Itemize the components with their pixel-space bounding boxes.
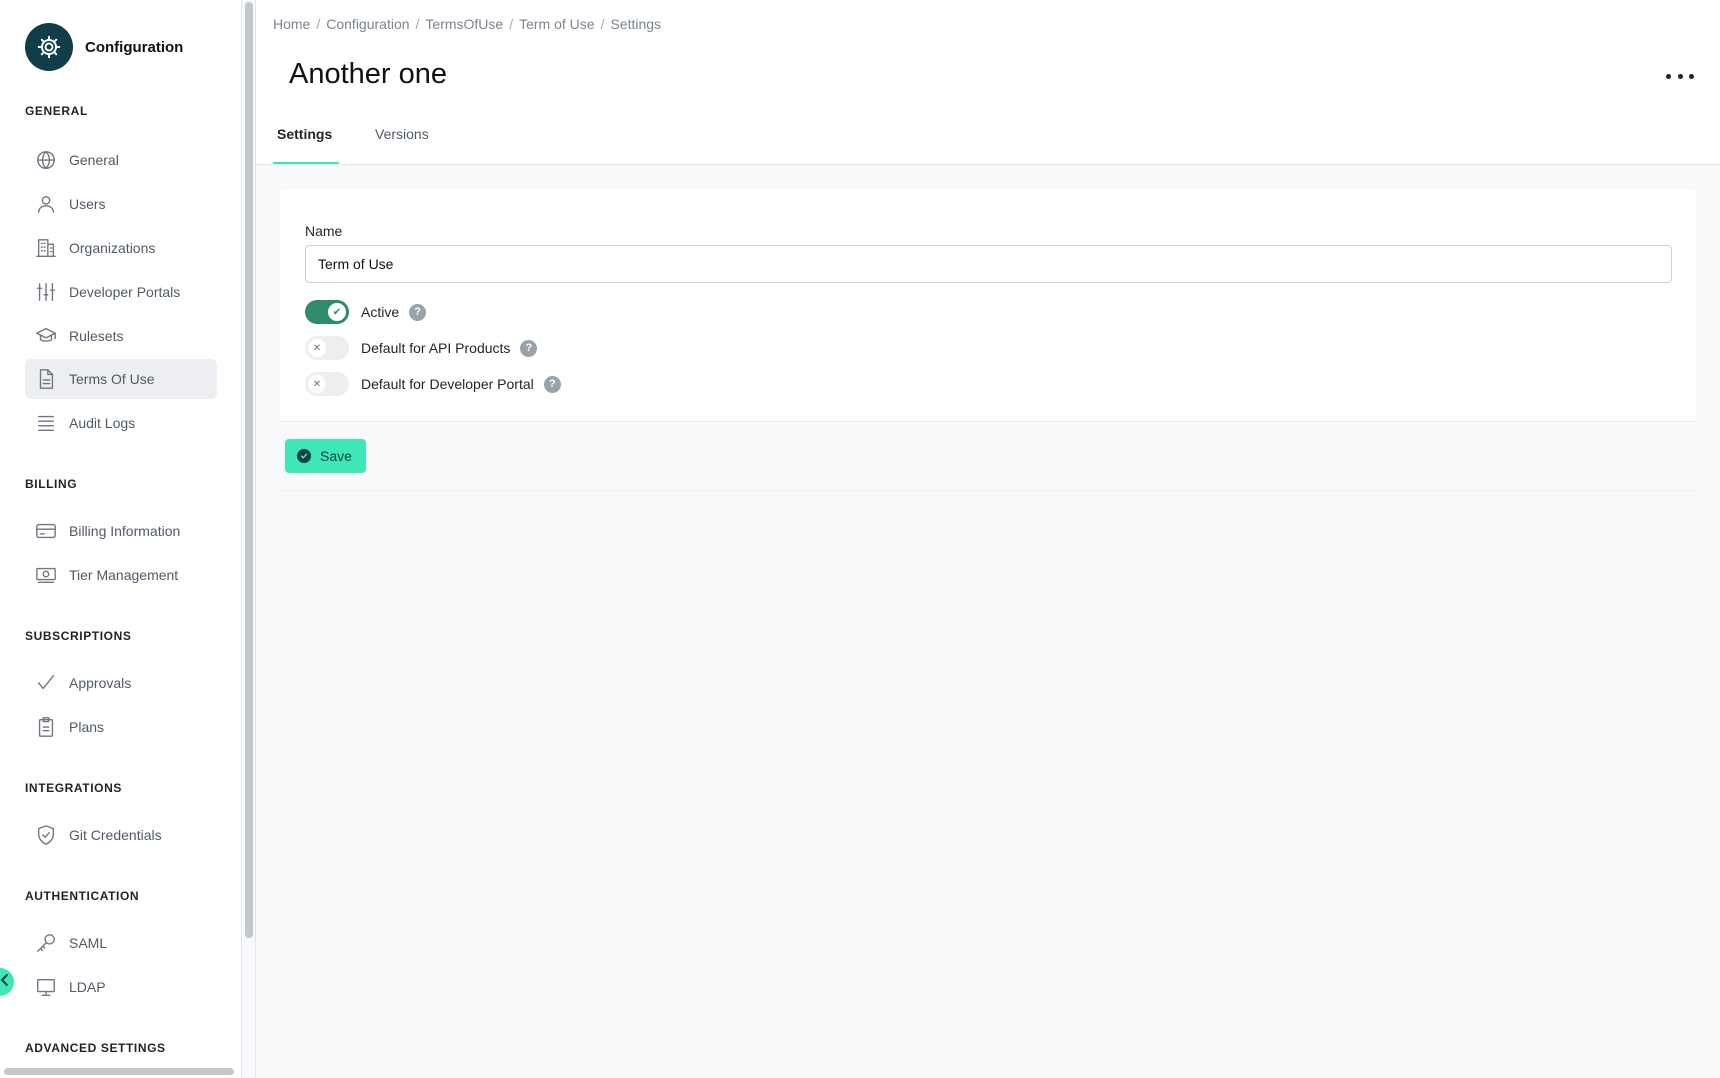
sidebar-item-terms-of-use[interactable]: Terms Of Use: [25, 359, 217, 399]
sidebar-item-general[interactable]: General: [25, 140, 217, 180]
sidebar-item-saml[interactable]: SAML: [25, 923, 217, 963]
sidebar-vertical-scrollbar[interactable]: [245, 2, 253, 938]
more-options-button[interactable]: [1666, 66, 1694, 86]
key-icon: [34, 931, 58, 955]
sidebar-item-label: Git Credentials: [69, 827, 162, 843]
sidebar-item-label: Audit Logs: [69, 415, 136, 431]
check-circle-icon: [297, 449, 311, 463]
sidebar-item-developer-portals[interactable]: Developer Portals: [25, 272, 217, 312]
sidebar-item-rulesets[interactable]: Rulesets: [25, 316, 217, 356]
help-icon[interactable]: ?: [520, 339, 538, 357]
sidebar-item-label: Billing Information: [69, 523, 181, 539]
section-label-subscriptions: SUBSCRIPTIONS: [25, 629, 132, 643]
breadcrumb-separator: /: [316, 16, 321, 32]
sidebar-item-label: Rulesets: [69, 328, 124, 344]
breadcrumb-term-of-use[interactable]: Term of Use: [519, 16, 594, 32]
active-toggle-row: ✔ Active ?: [305, 300, 427, 324]
active-label: Active: [361, 304, 400, 320]
active-toggle[interactable]: ✔: [305, 300, 349, 324]
name-label: Name: [305, 223, 343, 239]
form-footer: Save: [280, 423, 1696, 491]
default-api-products-label: Default for API Products: [361, 340, 511, 356]
save-button-label: Save: [320, 448, 352, 464]
sidebar-item-label: Plans: [69, 719, 105, 735]
sidebar-panel: Configuration GENERAL General Users Orga…: [0, 0, 242, 1078]
list-icon: [34, 411, 58, 435]
default-api-products-toggle-row: ✕ Default for API Products ?: [305, 336, 538, 360]
shield-check-icon: [34, 823, 58, 847]
sidebar-horizontal-scrollbar[interactable]: [4, 1068, 234, 1075]
breadcrumb-separator: /: [415, 16, 420, 32]
check-icon: ✔: [328, 303, 346, 321]
brand[interactable]: Configuration: [25, 23, 183, 71]
default-api-products-toggle[interactable]: ✕: [305, 336, 349, 360]
monitor-icon: [34, 975, 58, 999]
sidebar-item-label: Terms Of Use: [69, 371, 155, 387]
sidebar-item-label: SAML: [69, 935, 108, 951]
help-icon[interactable]: ?: [409, 303, 427, 321]
default-dev-portal-label: Default for Developer Portal: [361, 376, 534, 392]
money-icon: [34, 563, 58, 587]
page-title: Another one: [289, 58, 448, 90]
graduation-cap-icon: [34, 324, 58, 348]
breadcrumb: Home / Configuration / TermsOfUse / Term…: [273, 16, 661, 32]
breadcrumb-separator: /: [600, 16, 605, 32]
sliders-icon: [34, 280, 58, 304]
sidebar-item-users[interactable]: Users: [25, 184, 217, 224]
default-dev-portal-toggle-row: ✕ Default for Developer Portal ?: [305, 372, 561, 396]
sidebar-item-tier-management[interactable]: Tier Management: [25, 555, 217, 595]
x-icon: ✕: [308, 375, 326, 393]
breadcrumb-home[interactable]: Home: [273, 16, 310, 32]
save-button[interactable]: Save: [285, 439, 366, 473]
globe-icon: [34, 148, 58, 172]
tab-settings[interactable]: Settings: [277, 126, 332, 142]
section-label-general: GENERAL: [25, 104, 88, 118]
user-icon: [34, 192, 58, 216]
section-label-authentication: AUTHENTICATION: [25, 889, 140, 903]
configuration-gear-icon: [25, 23, 73, 71]
name-input[interactable]: [305, 245, 1672, 283]
page-header: Home / Configuration / TermsOfUse / Term…: [256, 0, 1720, 165]
chevron-left-icon: [0, 973, 10, 991]
default-dev-portal-toggle[interactable]: ✕: [305, 372, 349, 396]
more-dot-icon: [1677, 73, 1683, 79]
credit-card-icon: [34, 519, 58, 543]
sidebar-item-label: Users: [69, 196, 106, 212]
document-icon: [34, 367, 58, 391]
sidebar-item-approvals[interactable]: Approvals: [25, 663, 217, 703]
tab-versions[interactable]: Versions: [375, 126, 429, 142]
active-tab-indicator: [273, 162, 339, 164]
section-label-billing: BILLING: [25, 477, 78, 491]
x-icon: ✕: [308, 339, 326, 357]
settings-card: Name ✔ Active ? ✕ Default for API Produc…: [280, 189, 1696, 491]
sidebar: Configuration GENERAL General Users Orga…: [0, 0, 242, 1078]
building-icon: [34, 236, 58, 260]
check-icon: [34, 671, 58, 695]
more-dot-icon: [1689, 73, 1694, 79]
sidebar-item-label: Approvals: [69, 675, 132, 691]
more-dot-icon: [1666, 73, 1671, 79]
sidebar-item-label: General: [69, 152, 119, 168]
sidebar-item-label: Tier Management: [69, 567, 179, 583]
section-label-integrations: INTEGRATIONS: [25, 781, 122, 795]
main-content: Home / Configuration / TermsOfUse / Term…: [256, 0, 1720, 1078]
sidebar-item-label: LDAP: [69, 979, 106, 995]
sidebar-item-git-credentials[interactable]: Git Credentials: [25, 815, 217, 855]
help-icon[interactable]: ?: [543, 375, 561, 393]
breadcrumb-settings[interactable]: Settings: [610, 16, 661, 32]
breadcrumb-configuration[interactable]: Configuration: [326, 16, 409, 32]
section-label-advanced-settings: ADVANCED SETTINGS: [25, 1041, 166, 1055]
sidebar-item-label: Organizations: [69, 240, 156, 256]
breadcrumb-separator: /: [509, 16, 514, 32]
sidebar-item-billing-information[interactable]: Billing Information: [25, 511, 217, 551]
sidebar-item-plans[interactable]: Plans: [25, 707, 217, 747]
breadcrumb-termsofuse[interactable]: TermsOfUse: [425, 16, 503, 32]
clipboard-icon: [34, 715, 58, 739]
sidebar-item-ldap[interactable]: LDAP: [25, 967, 217, 1007]
sidebar-item-label: Developer Portals: [69, 284, 181, 300]
brand-title: Configuration: [85, 38, 184, 56]
settings-form: Name ✔ Active ? ✕ Default for API Produc…: [280, 189, 1696, 422]
sidebar-item-organizations[interactable]: Organizations: [25, 228, 217, 268]
sidebar-item-audit-logs[interactable]: Audit Logs: [25, 403, 217, 443]
